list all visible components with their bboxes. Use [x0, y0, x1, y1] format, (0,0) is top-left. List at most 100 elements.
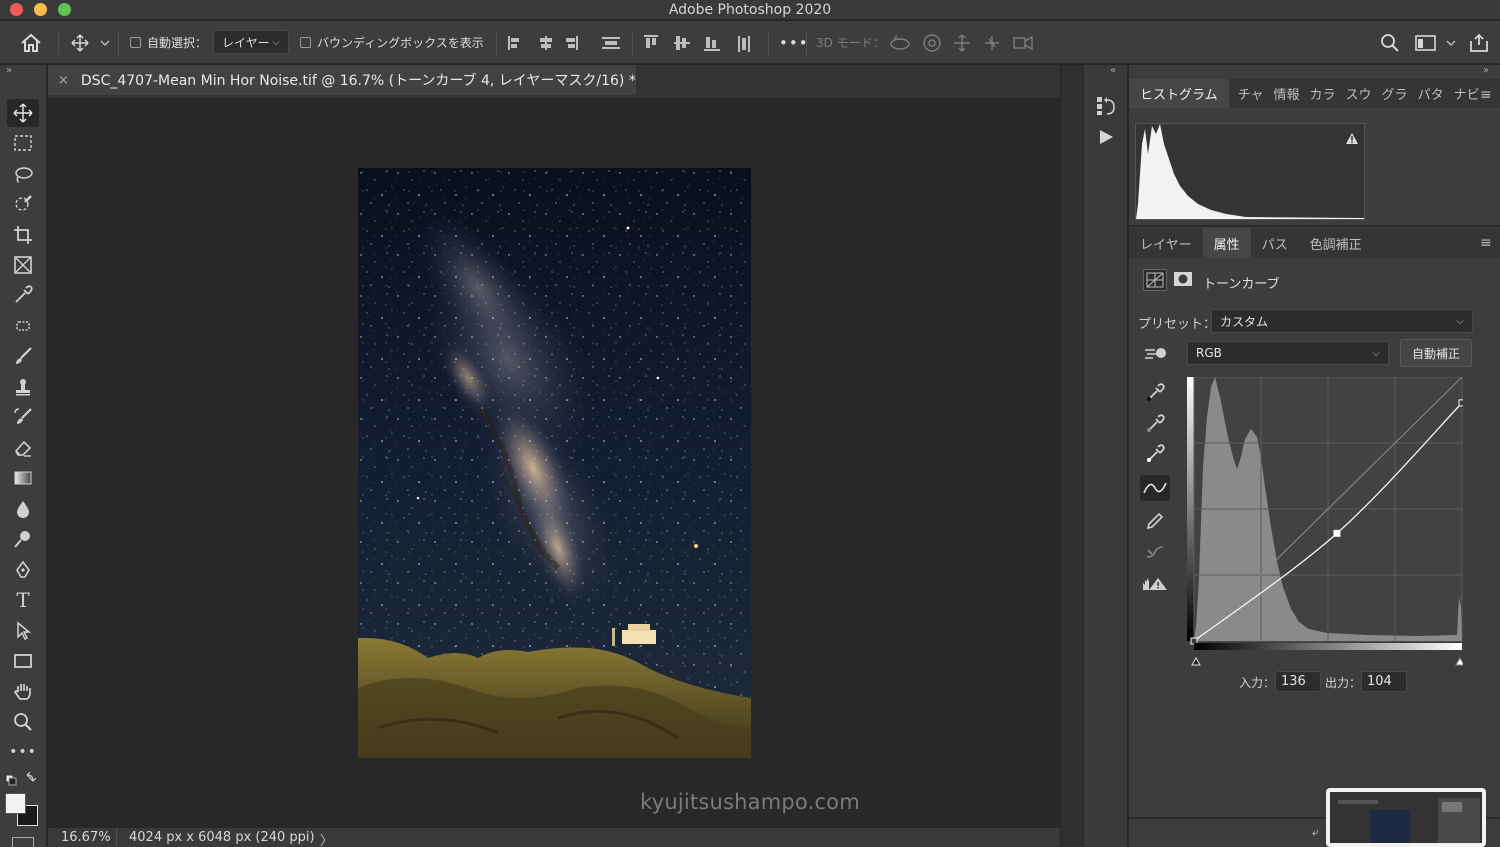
curve-control-point[interactable] — [1458, 399, 1466, 407]
dodge-tool-icon[interactable] — [7, 525, 39, 553]
tab-channels[interactable]: チャ — [1229, 79, 1269, 108]
screenshot-thumbnail[interactable] — [1326, 788, 1486, 847]
adjustment-name: トーンカーブ — [1203, 277, 1280, 292]
crop-tool-icon[interactable] — [7, 221, 39, 249]
chevron-down-icon: ⌵ — [1456, 315, 1464, 327]
align-vertical-center-button[interactable] — [672, 21, 694, 64]
curves-adjustment-icon[interactable] — [1143, 269, 1167, 291]
more-options-button[interactable]: ••• — [779, 21, 809, 64]
align-left-button[interactable] — [506, 21, 528, 64]
layer-mask-icon[interactable] — [1172, 269, 1196, 291]
type-tool-icon[interactable]: T — [7, 586, 39, 614]
smooth-curve-icon[interactable] — [1144, 541, 1166, 566]
collapse-dock-icon[interactable]: « — [1110, 65, 1116, 76]
lasso-tool-icon[interactable] — [7, 160, 39, 188]
clipping-warning-icon[interactable] — [1142, 574, 1170, 595]
output-field[interactable]: 104 — [1361, 671, 1407, 692]
default-colors-icon[interactable] — [5, 771, 41, 789]
tab-layers[interactable]: レイヤー — [1129, 228, 1203, 258]
align-right-button[interactable] — [566, 21, 588, 64]
foreground-color-swatch-front[interactable] — [5, 793, 26, 814]
brush-tool-icon[interactable] — [7, 342, 39, 370]
warning-icon[interactable] — [1345, 132, 1359, 148]
tab-patterns[interactable]: パタ — [1413, 79, 1449, 108]
history-panel-icon[interactable] — [1095, 95, 1117, 120]
3d-roll-button[interactable] — [920, 21, 944, 64]
tab-adjustments[interactable]: 色調補正 — [1299, 228, 1373, 258]
auto-select-checkbox[interactable]: 自動選択： — [130, 21, 207, 64]
search-icon[interactable] — [1380, 21, 1400, 64]
white-point-eyedropper-icon[interactable] — [1144, 443, 1166, 468]
gray-point-eyedropper-icon[interactable] — [1144, 413, 1166, 438]
channel-select[interactable]: RGB ⌵ — [1187, 341, 1389, 365]
hand-tool-icon[interactable] — [7, 677, 39, 705]
options-bar: 自動選択： レイヤー ⌵ バウンディングボックスを表示 ••• 3D モード： — [0, 21, 1500, 64]
gradient-tool-icon[interactable] — [7, 464, 39, 492]
properties-panel-menu-icon[interactable]: ≡ — [1480, 235, 1492, 251]
3d-camera-button[interactable] — [1010, 21, 1038, 64]
pencil-tool-icon[interactable] — [1144, 510, 1166, 535]
checkbox-box[interactable] — [130, 37, 141, 48]
move-tool-preset-icon[interactable] — [70, 21, 110, 64]
tab-properties[interactable]: 属性 — [1202, 228, 1251, 258]
collapse-panels-icon[interactable]: » — [1483, 65, 1489, 76]
move-tool-icon[interactable] — [7, 99, 39, 127]
blur-tool-icon[interactable] — [7, 495, 39, 523]
auto-select-label: 自動選択： — [147, 36, 208, 50]
rectangle-tool-icon[interactable] — [7, 647, 39, 675]
pen-tool-icon[interactable] — [7, 556, 39, 584]
divider — [58, 31, 59, 55]
marquee-tool-icon[interactable] — [7, 129, 39, 157]
close-tab-icon[interactable]: × — [58, 73, 69, 88]
curve-control-point[interactable] — [1333, 529, 1341, 537]
quick-selection-tool-icon[interactable] — [7, 190, 39, 218]
document-tab[interactable]: × DSC_4707-Mean Min Hor Noise.tif @ 16.7… — [48, 65, 636, 95]
curve-point-tool-icon[interactable] — [1140, 475, 1170, 501]
curves-graph[interactable] — [1187, 376, 1466, 667]
zoom-tool-icon[interactable] — [7, 708, 39, 736]
tab-paths[interactable]: パス — [1251, 228, 1299, 258]
input-field[interactable]: 136 — [1275, 671, 1321, 692]
checkbox-box[interactable] — [300, 37, 311, 48]
3d-pan-button[interactable] — [950, 21, 974, 64]
spot-healing-tool-icon[interactable] — [7, 312, 39, 340]
tab-info[interactable]: 情報 — [1269, 79, 1305, 108]
share-icon[interactable] — [1468, 21, 1490, 64]
actions-play-icon[interactable] — [1096, 128, 1116, 149]
3d-slide-button[interactable] — [980, 21, 1004, 64]
align-bottom-button[interactable] — [702, 21, 724, 64]
align-horizontal-center-button[interactable] — [536, 21, 558, 64]
auto-select-target-select[interactable]: レイヤー ⌵ — [213, 30, 289, 54]
eyedropper-tool-icon[interactable] — [7, 281, 39, 309]
edit-toolbar-icon[interactable]: ••• — [7, 738, 39, 766]
3d-orbit-button[interactable] — [888, 21, 912, 64]
workspace-icon[interactable] — [1414, 21, 1458, 64]
on-image-adjust-icon[interactable] — [1143, 343, 1169, 366]
clone-stamp-tool-icon[interactable] — [7, 373, 39, 401]
align-top-button[interactable] — [642, 21, 664, 64]
zoom-level[interactable]: 16.67% — [61, 830, 111, 845]
tab-color[interactable]: カラ — [1305, 79, 1341, 108]
distribute-horizontal-button[interactable] — [736, 21, 758, 64]
tab-swatches[interactable]: スウ — [1341, 79, 1377, 108]
frame-tool-icon[interactable] — [7, 251, 39, 279]
distribute-vertical-button[interactable] — [600, 21, 622, 64]
show-bounding-box-checkbox[interactable]: バウンディングボックスを表示 — [300, 21, 484, 64]
divider — [116, 828, 117, 847]
histogram-panel-menu-icon[interactable]: ≡ — [1480, 87, 1492, 103]
info-arrow-icon[interactable]: 〉 — [320, 830, 333, 847]
document-image[interactable] — [358, 168, 751, 758]
home-icon[interactable] — [20, 21, 42, 64]
path-selection-tool-icon[interactable] — [7, 617, 39, 645]
tab-histogram[interactable]: ヒストグラム — [1129, 79, 1229, 108]
preset-select[interactable]: カスタム ⌵ — [1211, 309, 1473, 333]
eraser-tool-icon[interactable] — [7, 434, 39, 462]
black-point-eyedropper-icon[interactable] — [1144, 382, 1166, 407]
auto-select-target-value: レイヤー — [222, 35, 270, 50]
quick-mask-icon[interactable] — [12, 837, 34, 847]
clip-to-layer-icon[interactable]: ⤶ — [1312, 825, 1319, 840]
history-brush-tool-icon[interactable] — [7, 403, 39, 431]
tab-gradients[interactable]: グラ — [1377, 79, 1413, 108]
collapse-toolbar-icon[interactable]: » — [6, 65, 12, 76]
auto-button[interactable]: 自動補正 — [1400, 339, 1472, 367]
